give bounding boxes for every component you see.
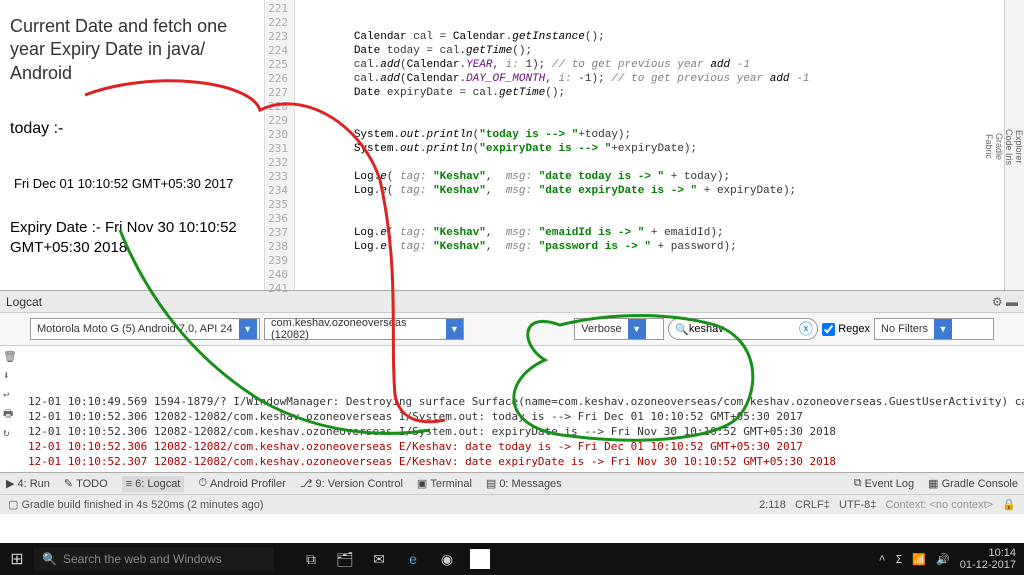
status-bar: ▢ Gradle build finished in 4s 520ms (2 m… bbox=[0, 494, 1024, 514]
app-chrome-icon[interactable]: ◉ bbox=[430, 543, 464, 575]
regex-check-input[interactable] bbox=[822, 323, 835, 336]
encoding[interactable]: UTF-8‡ bbox=[839, 499, 876, 511]
tray-bluetooth-icon[interactable]: ⵉ bbox=[895, 553, 902, 566]
tab-profiler[interactable]: ⏱ Android Profiler bbox=[198, 477, 285, 490]
windows-taskbar: ⊞ 🔍 Search the web and Windows ⧉ 🗂 ✉ e ◉… bbox=[0, 543, 1024, 575]
annotation-today-value: Fri Dec 01 10:10:52 GMT+05:30 2017 bbox=[14, 176, 233, 193]
taskview-icon[interactable]: ⧉ bbox=[294, 543, 328, 575]
context-status[interactable]: Context: <no context> bbox=[885, 499, 993, 511]
logcat-title: Logcat bbox=[6, 295, 42, 309]
clear-search-icon[interactable]: ⓧ bbox=[799, 319, 813, 339]
process-selector-text: com.keshav.ozoneoverseas (12082) bbox=[265, 317, 446, 341]
tool-explorer[interactable]: Explorer bbox=[1014, 10, 1024, 284]
tab-run[interactable]: ▶ 4: Run bbox=[6, 477, 50, 490]
app-notepad-icon[interactable] bbox=[470, 549, 490, 569]
app-outlook-icon[interactable]: ✉ bbox=[362, 543, 396, 575]
device-selector[interactable]: Motorola Moto G (5) Android 7.0, API 24▼ bbox=[30, 318, 260, 340]
tab-messages[interactable]: ▤ 0: Messages bbox=[486, 477, 562, 490]
regex-checkbox[interactable]: Regex bbox=[822, 323, 870, 336]
filter-selector[interactable]: No Filters▼ bbox=[874, 318, 994, 340]
wrap-icon[interactable]: ↩ bbox=[3, 387, 23, 402]
tray-clock[interactable]: 10:14 01-12-2017 bbox=[960, 547, 1016, 571]
logcat-panel: Logcat ⚙ ▬ Motorola Moto G (5) Android 7… bbox=[0, 290, 1024, 472]
tool-gradle[interactable]: Gradle bbox=[994, 10, 1004, 284]
code-editor[interactable]: Calendar cal = Calendar.getInstance(); D… bbox=[295, 0, 1024, 290]
line-ending[interactable]: CRLF‡ bbox=[795, 499, 830, 511]
regex-label: Regex bbox=[838, 323, 870, 335]
process-selector[interactable]: com.keshav.ozoneoverseas (12082)▼ bbox=[264, 318, 464, 340]
annotation-title: Current Date and fetch one year Expiry D… bbox=[10, 15, 254, 85]
right-tool-strip: Explorer Code Iris Gradle Fabric bbox=[1004, 0, 1024, 290]
tool-fabric[interactable]: Fabric bbox=[984, 10, 994, 284]
annotation-overlay: Current Date and fetch one year Expiry D… bbox=[0, 0, 265, 290]
tab-todo[interactable]: ✎ TODO bbox=[64, 477, 108, 490]
loglevel-text: Verbose bbox=[575, 323, 627, 335]
caret-position: 2:118 bbox=[759, 499, 786, 511]
windows-search[interactable]: 🔍 Search the web and Windows bbox=[34, 547, 274, 571]
build-status: Gradle build finished in 4s 520ms (2 min… bbox=[21, 499, 263, 511]
filter-text: No Filters bbox=[875, 323, 934, 335]
app-explorer-icon[interactable]: 🗂 bbox=[328, 543, 362, 575]
log-search-field[interactable]: 🔍 ⓧ bbox=[668, 318, 818, 340]
app-edge-icon[interactable]: e bbox=[396, 543, 430, 575]
tab-vcs[interactable]: ⎇ 9: Version Control bbox=[300, 477, 403, 490]
tray-wifi-icon[interactable]: 📶 bbox=[912, 553, 926, 566]
tray-chevron-icon[interactable]: ˄ bbox=[879, 553, 885, 565]
tray-volume-icon[interactable]: 🔊 bbox=[936, 553, 950, 566]
search-icon: 🔍 bbox=[42, 552, 57, 566]
lock-icon: 🔒 bbox=[1002, 499, 1016, 511]
search-icon: 🔍 bbox=[675, 323, 689, 336]
loglevel-selector[interactable]: Verbose▼ bbox=[574, 318, 664, 340]
start-button[interactable]: ⊞ bbox=[0, 543, 34, 575]
log-search-input[interactable] bbox=[689, 323, 799, 335]
restart-icon[interactable]: ↻ bbox=[3, 425, 23, 440]
bottom-tool-tabs: ▶ 4: Run ✎ TODO ≡ 6: Logcat ⏱ Android Pr… bbox=[0, 472, 1024, 494]
device-selector-text: Motorola Moto G (5) Android 7.0, API 24 bbox=[31, 323, 239, 335]
trash-icon[interactable]: 🗑 bbox=[3, 349, 23, 364]
annotation-today-label: today :- bbox=[10, 120, 63, 138]
windows-search-placeholder: Search the web and Windows bbox=[63, 552, 222, 566]
log-output[interactable]: 🗑 ⬇ ↩ 🖶 ↻ 12-01 10:10:49.569 1594-1879/?… bbox=[0, 346, 1024, 472]
tab-eventlog[interactable]: ⧉ Event Log bbox=[854, 477, 914, 490]
print-icon[interactable]: 🖶 bbox=[3, 406, 23, 421]
line-gutter: 2212222232242252262272282292302312322332… bbox=[265, 0, 295, 290]
tool-codeiris[interactable]: Code Iris bbox=[1004, 10, 1014, 284]
annotation-expiry: Expiry Date :- Fri Nov 30 10:10:52 GMT+0… bbox=[10, 218, 254, 257]
tab-logcat[interactable]: ≡ 6: Logcat bbox=[122, 476, 185, 492]
tab-terminal[interactable]: ▣ Terminal bbox=[417, 477, 472, 490]
tab-gradleconsole[interactable]: ▦ Gradle Console bbox=[928, 477, 1018, 490]
scroll-end-icon[interactable]: ⬇ bbox=[3, 368, 23, 383]
settings-icon[interactable]: ⚙ ▬ bbox=[992, 295, 1018, 309]
